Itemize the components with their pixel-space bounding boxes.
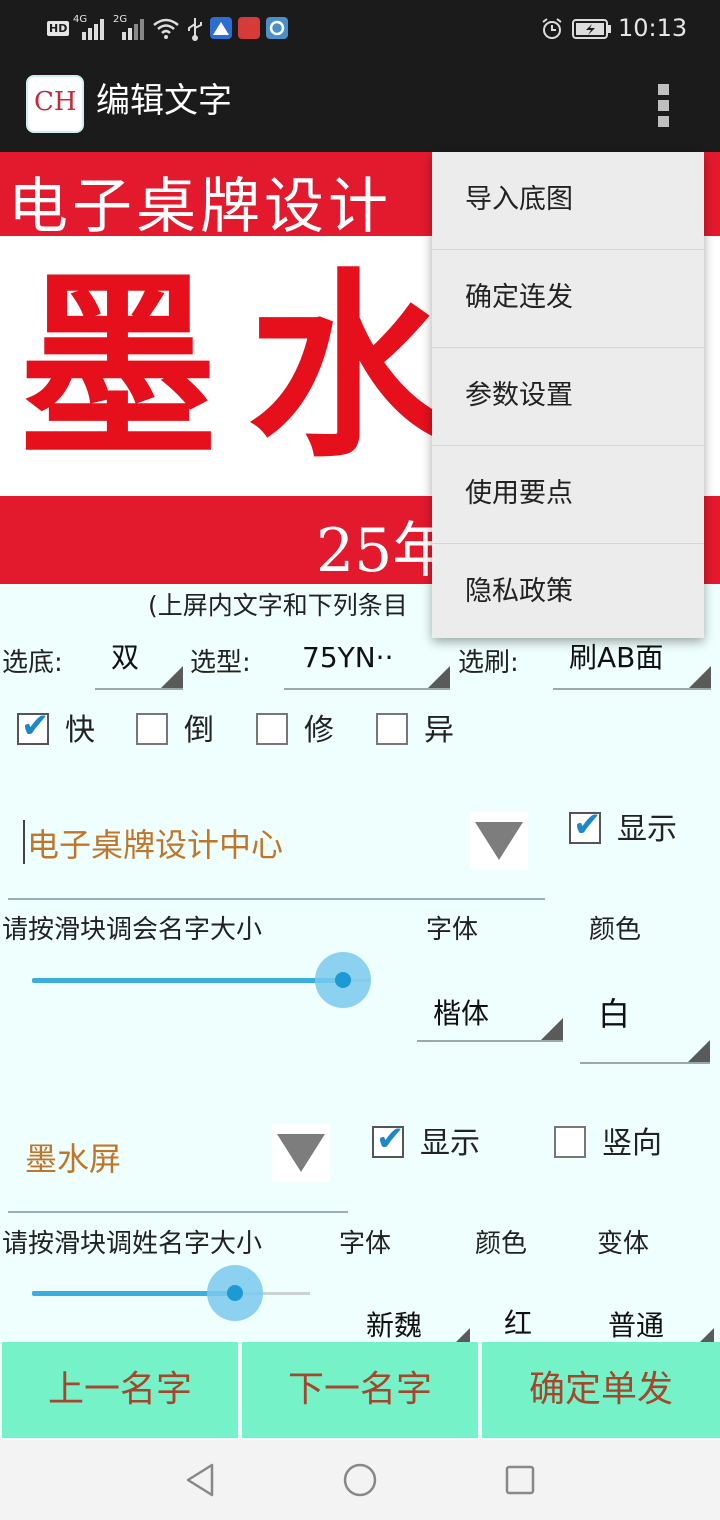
checkmark-icon: ✔: [21, 706, 50, 746]
menu-item-import-background[interactable]: 导入底图: [432, 152, 704, 250]
page-title: 编辑文字: [96, 81, 232, 121]
meeting-name-underline: [8, 898, 545, 900]
preview-header-text: 电子桌牌设计: [8, 172, 392, 242]
menu-item-label: 参数设置: [465, 380, 573, 411]
edit-checkbox[interactable]: [256, 713, 288, 745]
show-person-label: 显示: [420, 1126, 480, 1161]
app-notification-icon: [210, 17, 232, 39]
reverse-label: 倒: [184, 713, 214, 748]
vertical-label: 竖向: [602, 1126, 662, 1161]
chevron-down-icon: [161, 666, 183, 688]
meeting-name-input[interactable]: 电子桌牌设计中心: [27, 829, 283, 861]
signal-bars-icon: [82, 19, 104, 40]
prev-name-button[interactable]: 上一名字: [2, 1342, 242, 1438]
fast-checkbox[interactable]: ✔: [17, 709, 50, 745]
chevron-down-icon: [689, 666, 711, 688]
person-font-label: 字体: [339, 1229, 392, 1259]
text-cursor: [23, 820, 25, 864]
prev-name-label: 上一名字: [47, 1369, 192, 1410]
checkmark-icon: ✔: [376, 1119, 405, 1159]
person-font-value: 新魏: [366, 1309, 423, 1342]
meeting-font-spinner[interactable]: 楷体: [417, 996, 563, 1042]
meeting-color-value: 白: [598, 995, 631, 1033]
person-size-fill: [32, 1291, 235, 1296]
base-label: 选底:: [2, 648, 63, 678]
brush-value: 刷AB面: [569, 641, 664, 674]
menu-item-label: 隐私政策: [465, 576, 573, 607]
meeting-color-label: 颜色: [589, 915, 642, 945]
person-size-thumb[interactable]: [226, 1285, 243, 1301]
chevron-down-icon: [688, 1040, 710, 1062]
next-name-button[interactable]: 下一名字: [242, 1342, 482, 1438]
next-name-label: 下一名字: [287, 1369, 432, 1410]
preview-name-text: 墨水: [18, 250, 479, 485]
recents-icon[interactable]: [504, 1464, 536, 1496]
model-label: 选型:: [190, 648, 251, 678]
meeting-font-label: 字体: [426, 915, 479, 945]
usb-icon: [188, 18, 202, 41]
vertical-checkbox[interactable]: [554, 1126, 586, 1158]
person-name-input[interactable]: 墨水屏: [25, 1143, 121, 1175]
brush-label: 选刷:: [458, 648, 519, 678]
show-meeting-label: 显示: [617, 812, 677, 847]
menu-item-settings[interactable]: 参数设置: [432, 348, 704, 446]
triangle-down-icon: [277, 1134, 325, 1172]
wifi-icon: [153, 18, 179, 39]
person-variant-label: 变体: [597, 1229, 650, 1259]
person-color-label: 颜色: [475, 1229, 528, 1259]
show-person-checkbox[interactable]: ✔: [372, 1122, 405, 1158]
confirm-send-label: 确定单发: [528, 1369, 673, 1410]
base-spinner[interactable]: 双: [95, 644, 183, 690]
person-size-label: 请按滑块调姓名字大小: [2, 1229, 263, 1259]
logo-letters: CH: [34, 87, 77, 117]
fast-label: 快: [65, 713, 95, 748]
model-spinner[interactable]: 75YN··: [284, 644, 450, 690]
hint-text: (上屏内文字和下列条目: [148, 591, 408, 620]
meeting-size-label: 请按滑块调会名字大小: [2, 915, 263, 945]
app-notification-icon: [266, 17, 288, 39]
alarm-icon: [542, 18, 562, 39]
huawei-notification-icon: [238, 17, 260, 39]
overflow-menu: 导入底图 确定连发 参数设置 使用要点 隐私政策: [432, 152, 704, 638]
menu-item-privacy-policy[interactable]: 隐私政策: [432, 544, 704, 642]
navigation-bar: [0, 1440, 720, 1520]
chevron-down-icon: [541, 1018, 563, 1040]
status-bar: HD 4G 2G 10:13: [0, 0, 720, 56]
battery-charging-icon: [572, 19, 611, 39]
chevron-down-icon: [700, 1328, 714, 1342]
meeting-font-value: 楷体: [433, 997, 490, 1030]
back-icon[interactable]: [184, 1462, 216, 1498]
meeting-color-spinner[interactable]: 白: [580, 996, 710, 1064]
confirm-send-button[interactable]: 确定单发: [482, 1342, 720, 1438]
person-name-dropdown-button[interactable]: [272, 1124, 330, 1182]
model-value: 75YN··: [302, 641, 394, 674]
app-logo-icon: CH: [26, 75, 84, 133]
signal-bars-icon: [122, 19, 144, 40]
person-color-value: 红: [504, 1307, 533, 1340]
menu-item-label: 导入底图: [465, 184, 573, 215]
base-value: 双: [111, 641, 140, 674]
menu-item-label: 确定连发: [465, 282, 573, 313]
more-vertical-icon[interactable]: [650, 84, 678, 128]
status-time: 10:13: [618, 14, 688, 42]
hd-icon: HD: [47, 21, 70, 36]
chevron-down-icon: [456, 1328, 470, 1342]
alt-label: 异: [424, 713, 454, 748]
meeting-name-dropdown-button[interactable]: [470, 812, 528, 870]
alt-checkbox[interactable]: [376, 713, 408, 745]
menu-item-usage-tips[interactable]: 使用要点: [432, 446, 704, 544]
checkmark-icon: ✔: [573, 805, 602, 845]
home-icon[interactable]: [342, 1462, 378, 1498]
triangle-down-icon: [475, 822, 523, 860]
brush-spinner[interactable]: 刷AB面: [553, 644, 711, 690]
person-name-underline: [8, 1211, 348, 1213]
chevron-down-icon: [428, 666, 450, 688]
meeting-size-fill: [32, 978, 344, 983]
show-meeting-checkbox[interactable]: ✔: [569, 808, 602, 844]
reverse-checkbox[interactable]: [136, 713, 168, 745]
person-variant-value: 普通: [608, 1309, 665, 1342]
menu-item-confirm-batch[interactable]: 确定连发: [432, 250, 704, 348]
menu-item-label: 使用要点: [465, 478, 573, 509]
edit-label: 修: [304, 713, 334, 748]
